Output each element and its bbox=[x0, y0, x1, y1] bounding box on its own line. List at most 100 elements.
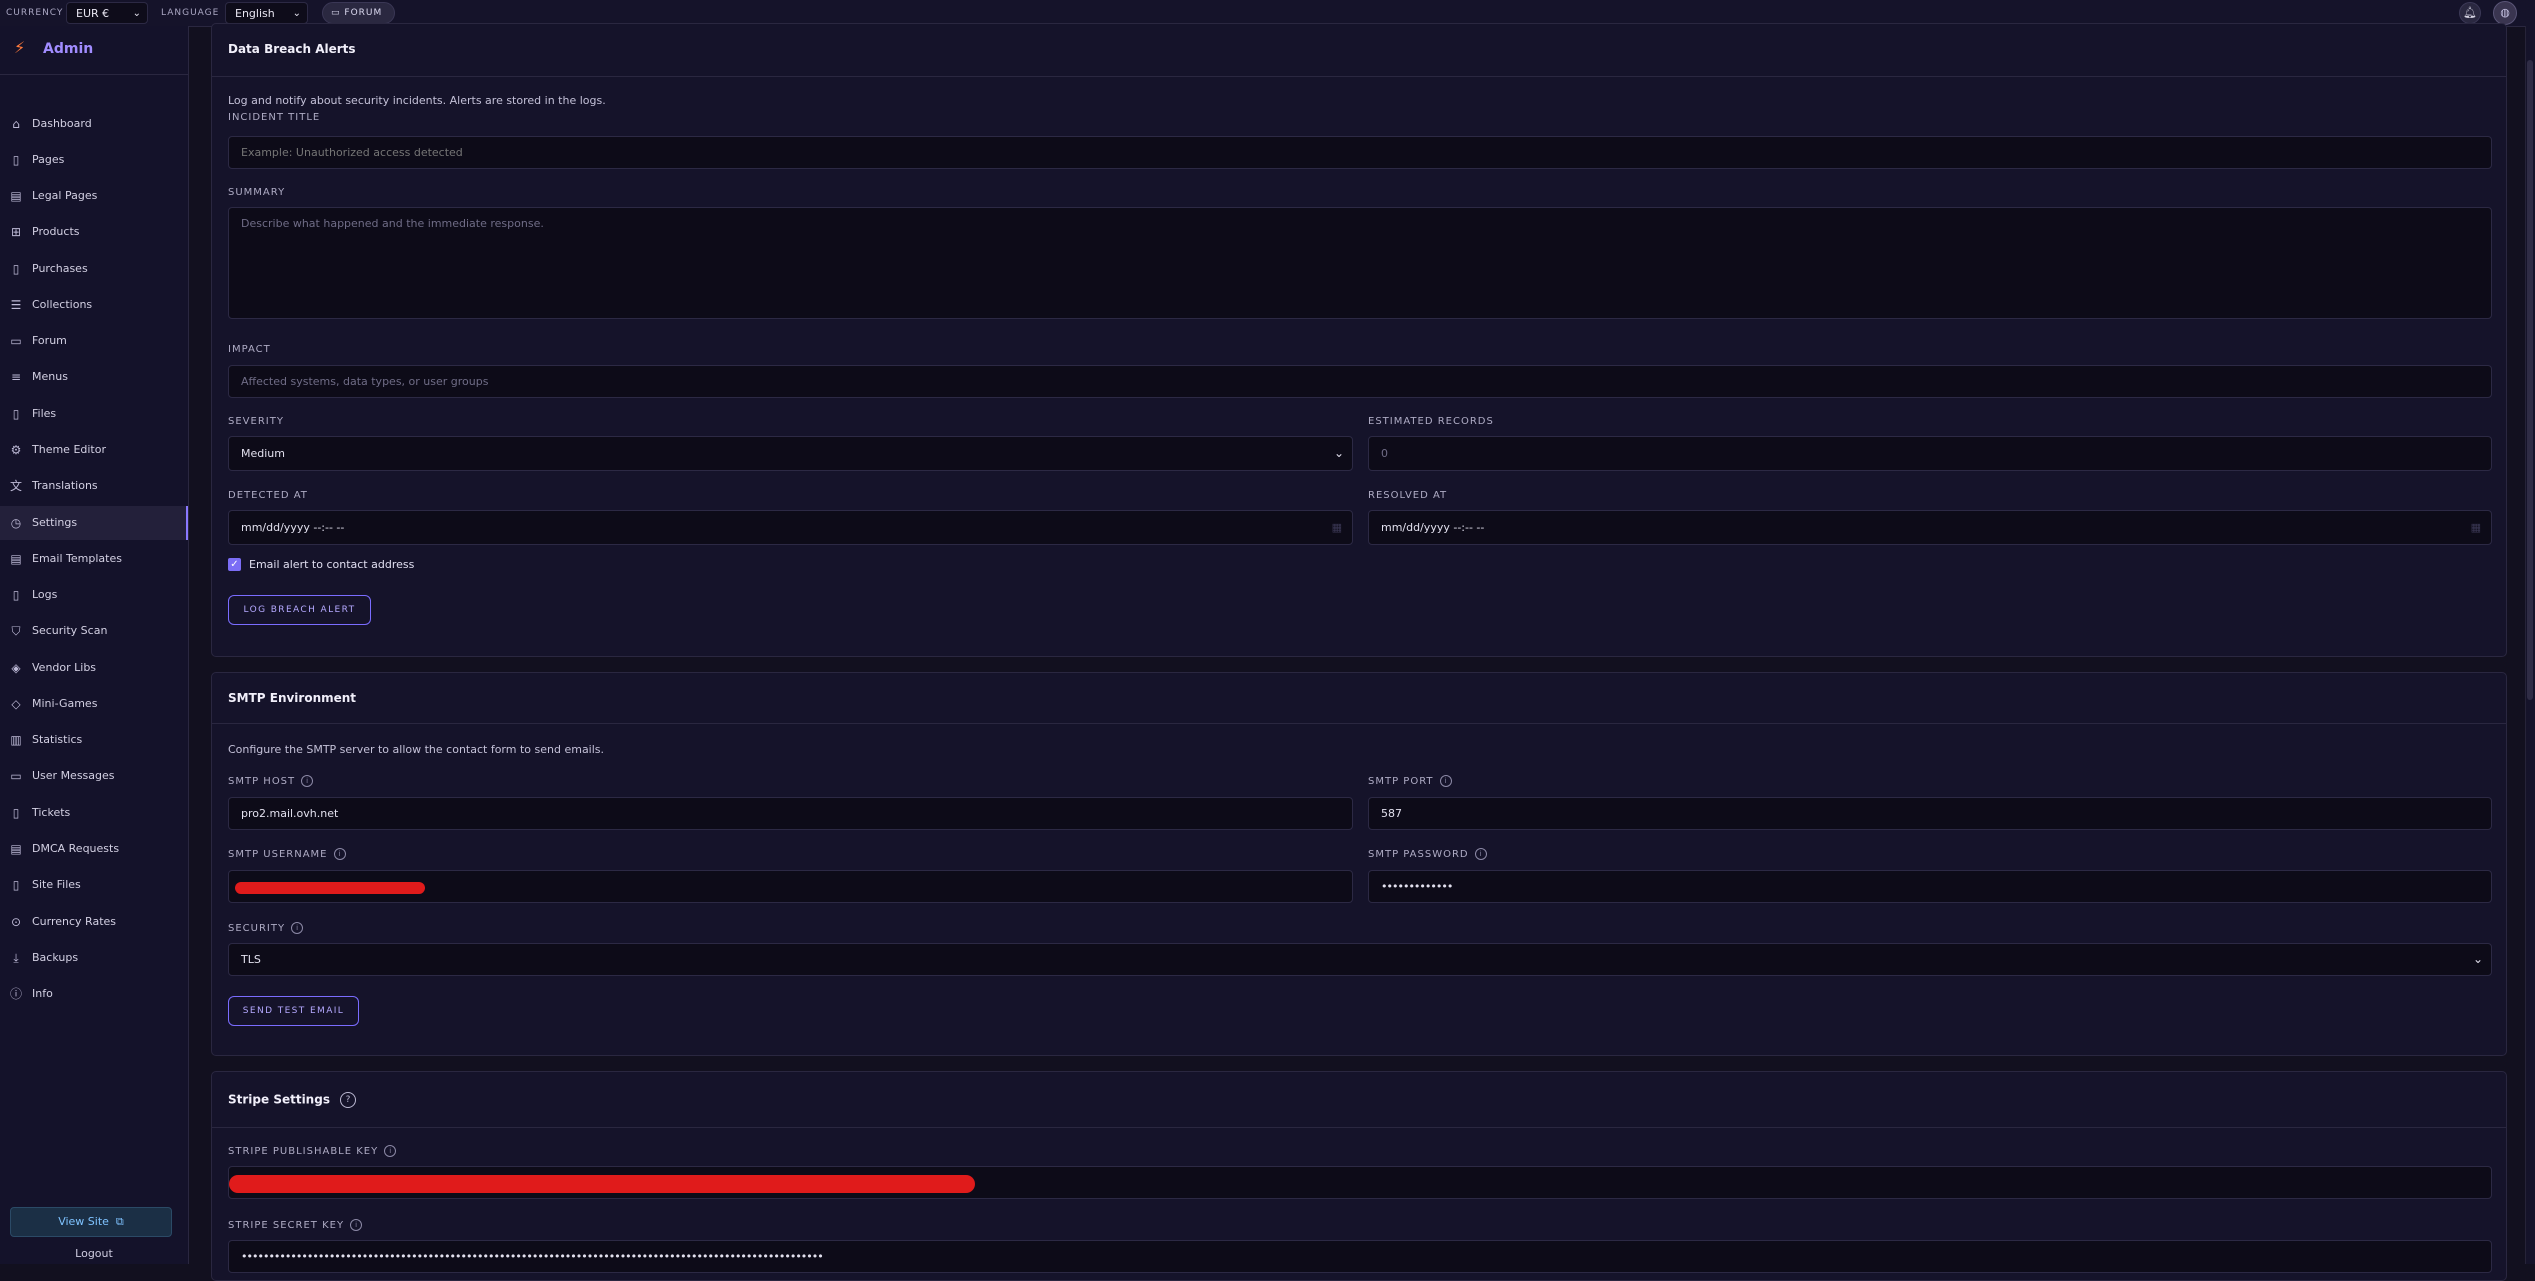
sidebar-item-label: Files bbox=[32, 407, 57, 420]
chat-icon: ▭ bbox=[331, 8, 341, 18]
sidebar-item-currency-rates[interactable]: ⊙ Currency Rates bbox=[0, 905, 188, 939]
sidebar-item-pages[interactable]: ▯ Pages bbox=[0, 143, 188, 177]
incident-title-input[interactable] bbox=[228, 136, 2492, 169]
sidebar-item-label: Collections bbox=[32, 298, 93, 311]
info-icon[interactable]: i bbox=[301, 775, 314, 787]
sidebar-item-label: Logs bbox=[32, 588, 58, 601]
sidebar-item-legal-pages[interactable]: ▤ Legal Pages bbox=[0, 179, 188, 213]
sidebar-item-mini-games[interactable]: ◇ Mini-Games bbox=[0, 687, 188, 721]
security-select[interactable]: TLS ⌄ bbox=[228, 943, 2492, 976]
sidebar-item-backups[interactable]: ⤓ Backups bbox=[0, 941, 188, 975]
list-icon: ☰ bbox=[10, 298, 22, 312]
sidebar-item-dmca-requests[interactable]: ▤ DMCA Requests bbox=[0, 832, 188, 866]
stripe-publishable-key-input[interactable] bbox=[228, 1166, 2492, 1199]
sidebar-item-forum[interactable]: ▭ Forum bbox=[0, 324, 188, 358]
folder-icon: ▯ bbox=[12, 878, 20, 892]
inbox-icon: ▭ bbox=[10, 769, 22, 783]
summary-textarea[interactable]: Describe what happened and the immediate… bbox=[228, 207, 2492, 319]
card-header: Data Breach Alerts bbox=[212, 24, 2506, 77]
sidebar-item-files[interactable]: ▯ Files bbox=[0, 397, 188, 431]
calendar-icon[interactable]: ▦ bbox=[1332, 511, 1342, 544]
sidebar-item-info[interactable]: ⓘ Info bbox=[0, 977, 188, 1011]
calendar-icon[interactable]: ▦ bbox=[2471, 511, 2481, 544]
send-test-email-button[interactable]: SEND TEST EMAIL bbox=[228, 996, 359, 1026]
smtp-host-input[interactable]: pro2.mail.ovh.net bbox=[228, 797, 1353, 830]
forum-button[interactable]: ▭ FORUM bbox=[322, 2, 395, 24]
info-icon[interactable]: i bbox=[1439, 775, 1452, 787]
detected-at-label: DETECTED AT bbox=[228, 490, 308, 501]
resolved-at-value: mm/dd/yyyy --:-- -- bbox=[1381, 521, 1485, 534]
sidebar-item-label: DMCA Requests bbox=[32, 842, 120, 855]
download-icon: ⤓ bbox=[13, 951, 19, 965]
sidebar-item-theme-editor[interactable]: ⚙︎ Theme Editor bbox=[0, 433, 188, 467]
sidebar-item-user-messages[interactable]: ▭ User Messages bbox=[0, 759, 188, 793]
document-icon: ▤ bbox=[10, 842, 22, 856]
lightning-icon: ⚡︎ bbox=[14, 38, 26, 57]
sidebar-item-label: Menus bbox=[32, 370, 68, 383]
sidebar-item-label: Email Templates bbox=[32, 552, 122, 565]
card-title-text: Stripe Settings bbox=[228, 1092, 330, 1107]
scrollbar-thumb[interactable] bbox=[2527, 60, 2533, 700]
settings-icon: ◷ bbox=[10, 516, 22, 530]
info-icon[interactable]: i bbox=[350, 1219, 363, 1231]
sidebar-item-email-templates[interactable]: ▤ Email Templates bbox=[0, 542, 188, 576]
smtp-port-input[interactable]: 587 bbox=[1368, 797, 2492, 830]
sidebar-item-site-files[interactable]: ▯ Site Files bbox=[0, 868, 188, 902]
receipt-icon: ▯ bbox=[12, 262, 20, 276]
sidebar-item-label: Site Files bbox=[32, 878, 81, 891]
estimated-records-input[interactable]: 0 bbox=[1368, 436, 2492, 471]
avatar[interactable]: ◍ bbox=[2493, 1, 2517, 25]
severity-select[interactable]: Medium ⌄ bbox=[228, 436, 1353, 471]
security-label-text: SECURITY bbox=[228, 923, 286, 934]
log-breach-alert-button[interactable]: LOG BREACH ALERT bbox=[228, 595, 371, 625]
info-icon[interactable]: i bbox=[333, 848, 346, 860]
view-site-button[interactable]: View Site ⧉ bbox=[10, 1207, 172, 1237]
sidebar-item-label: Legal Pages bbox=[32, 189, 98, 202]
smtp-port-value: 587 bbox=[1381, 807, 1402, 820]
card-title: Data Breach Alerts bbox=[228, 42, 356, 56]
sidebar-item-products[interactable]: ⊞ Products bbox=[0, 215, 188, 249]
logout-link[interactable]: Logout bbox=[0, 1247, 188, 1260]
estimated-records-placeholder: 0 bbox=[1381, 447, 1388, 460]
help-icon[interactable]: ? bbox=[339, 1092, 356, 1108]
currency-label: CURRENCY bbox=[6, 8, 64, 18]
email-alert-checkbox[interactable]: ✓ bbox=[228, 558, 241, 571]
sidebar-item-menus[interactable]: ≡ Menus bbox=[0, 360, 188, 394]
info-icon[interactable]: i bbox=[384, 1145, 397, 1157]
impact-label: IMPACT bbox=[228, 344, 271, 355]
stripe-secret-key-input[interactable]: ••••••••••••••••••••••••••••••••••••••••… bbox=[228, 1240, 2492, 1273]
sidebar-item-security-scan[interactable]: ⛉ Security Scan bbox=[0, 614, 188, 648]
currency-select[interactable]: EUR € ⌄ bbox=[66, 2, 148, 24]
info-icon[interactable]: i bbox=[291, 922, 304, 934]
sidebar-item-purchases[interactable]: ▯ Purchases bbox=[0, 252, 188, 286]
sidebar-item-statistics[interactable]: ▥ Statistics bbox=[0, 723, 188, 757]
sidebar-item-label: Security Scan bbox=[32, 624, 108, 637]
incident-title-label: INCIDENT TITLE bbox=[228, 112, 321, 123]
sidebar-item-label: Dashboard bbox=[32, 117, 92, 130]
sidebar-item-tickets[interactable]: ▯ Tickets bbox=[0, 796, 188, 830]
sidebar-item-dashboard[interactable]: ⌂ Dashboard bbox=[0, 107, 188, 141]
bell-icon[interactable]: 🔔︎ bbox=[2459, 2, 2481, 24]
smtp-password-label-text: SMTP PASSWORD bbox=[1368, 849, 1469, 860]
resolved-at-input[interactable]: mm/dd/yyyy --:-- -- ▦ bbox=[1368, 510, 2492, 545]
sidebar-item-label: Info bbox=[32, 987, 53, 1000]
card-header: Stripe Settings? bbox=[212, 1072, 2506, 1128]
sidebar-item-translations[interactable]: 文 Translations bbox=[0, 469, 188, 503]
sidebar-item-label: Statistics bbox=[32, 733, 83, 746]
brand[interactable]: ⚡︎ Admin bbox=[0, 26, 188, 75]
log-icon: ▯ bbox=[12, 588, 20, 602]
sidebar-item-settings[interactable]: ◷ Settings bbox=[0, 506, 188, 540]
info-icon[interactable]: i bbox=[1474, 848, 1487, 860]
sidebar-item-logs[interactable]: ▯ Logs bbox=[0, 578, 188, 612]
smtp-username-input[interactable] bbox=[228, 870, 1353, 903]
impact-input[interactable]: Affected systems, data types, or user gr… bbox=[228, 365, 2492, 398]
chart-icon: ▥ bbox=[10, 733, 22, 747]
view-site-label: View Site bbox=[58, 1215, 109, 1228]
card-title: Stripe Settings? bbox=[228, 1092, 356, 1108]
smtp-port-label: SMTP PORT i bbox=[1368, 775, 1452, 787]
sidebar-item-collections[interactable]: ☰ Collections bbox=[0, 288, 188, 322]
language-select[interactable]: English ⌄ bbox=[225, 2, 308, 24]
smtp-password-input[interactable]: ••••••••••••• bbox=[1368, 870, 2492, 903]
detected-at-input[interactable]: mm/dd/yyyy --:-- -- ▦ bbox=[228, 510, 1353, 545]
sidebar-item-vendor-libs[interactable]: ◈ Vendor Libs bbox=[0, 651, 188, 685]
